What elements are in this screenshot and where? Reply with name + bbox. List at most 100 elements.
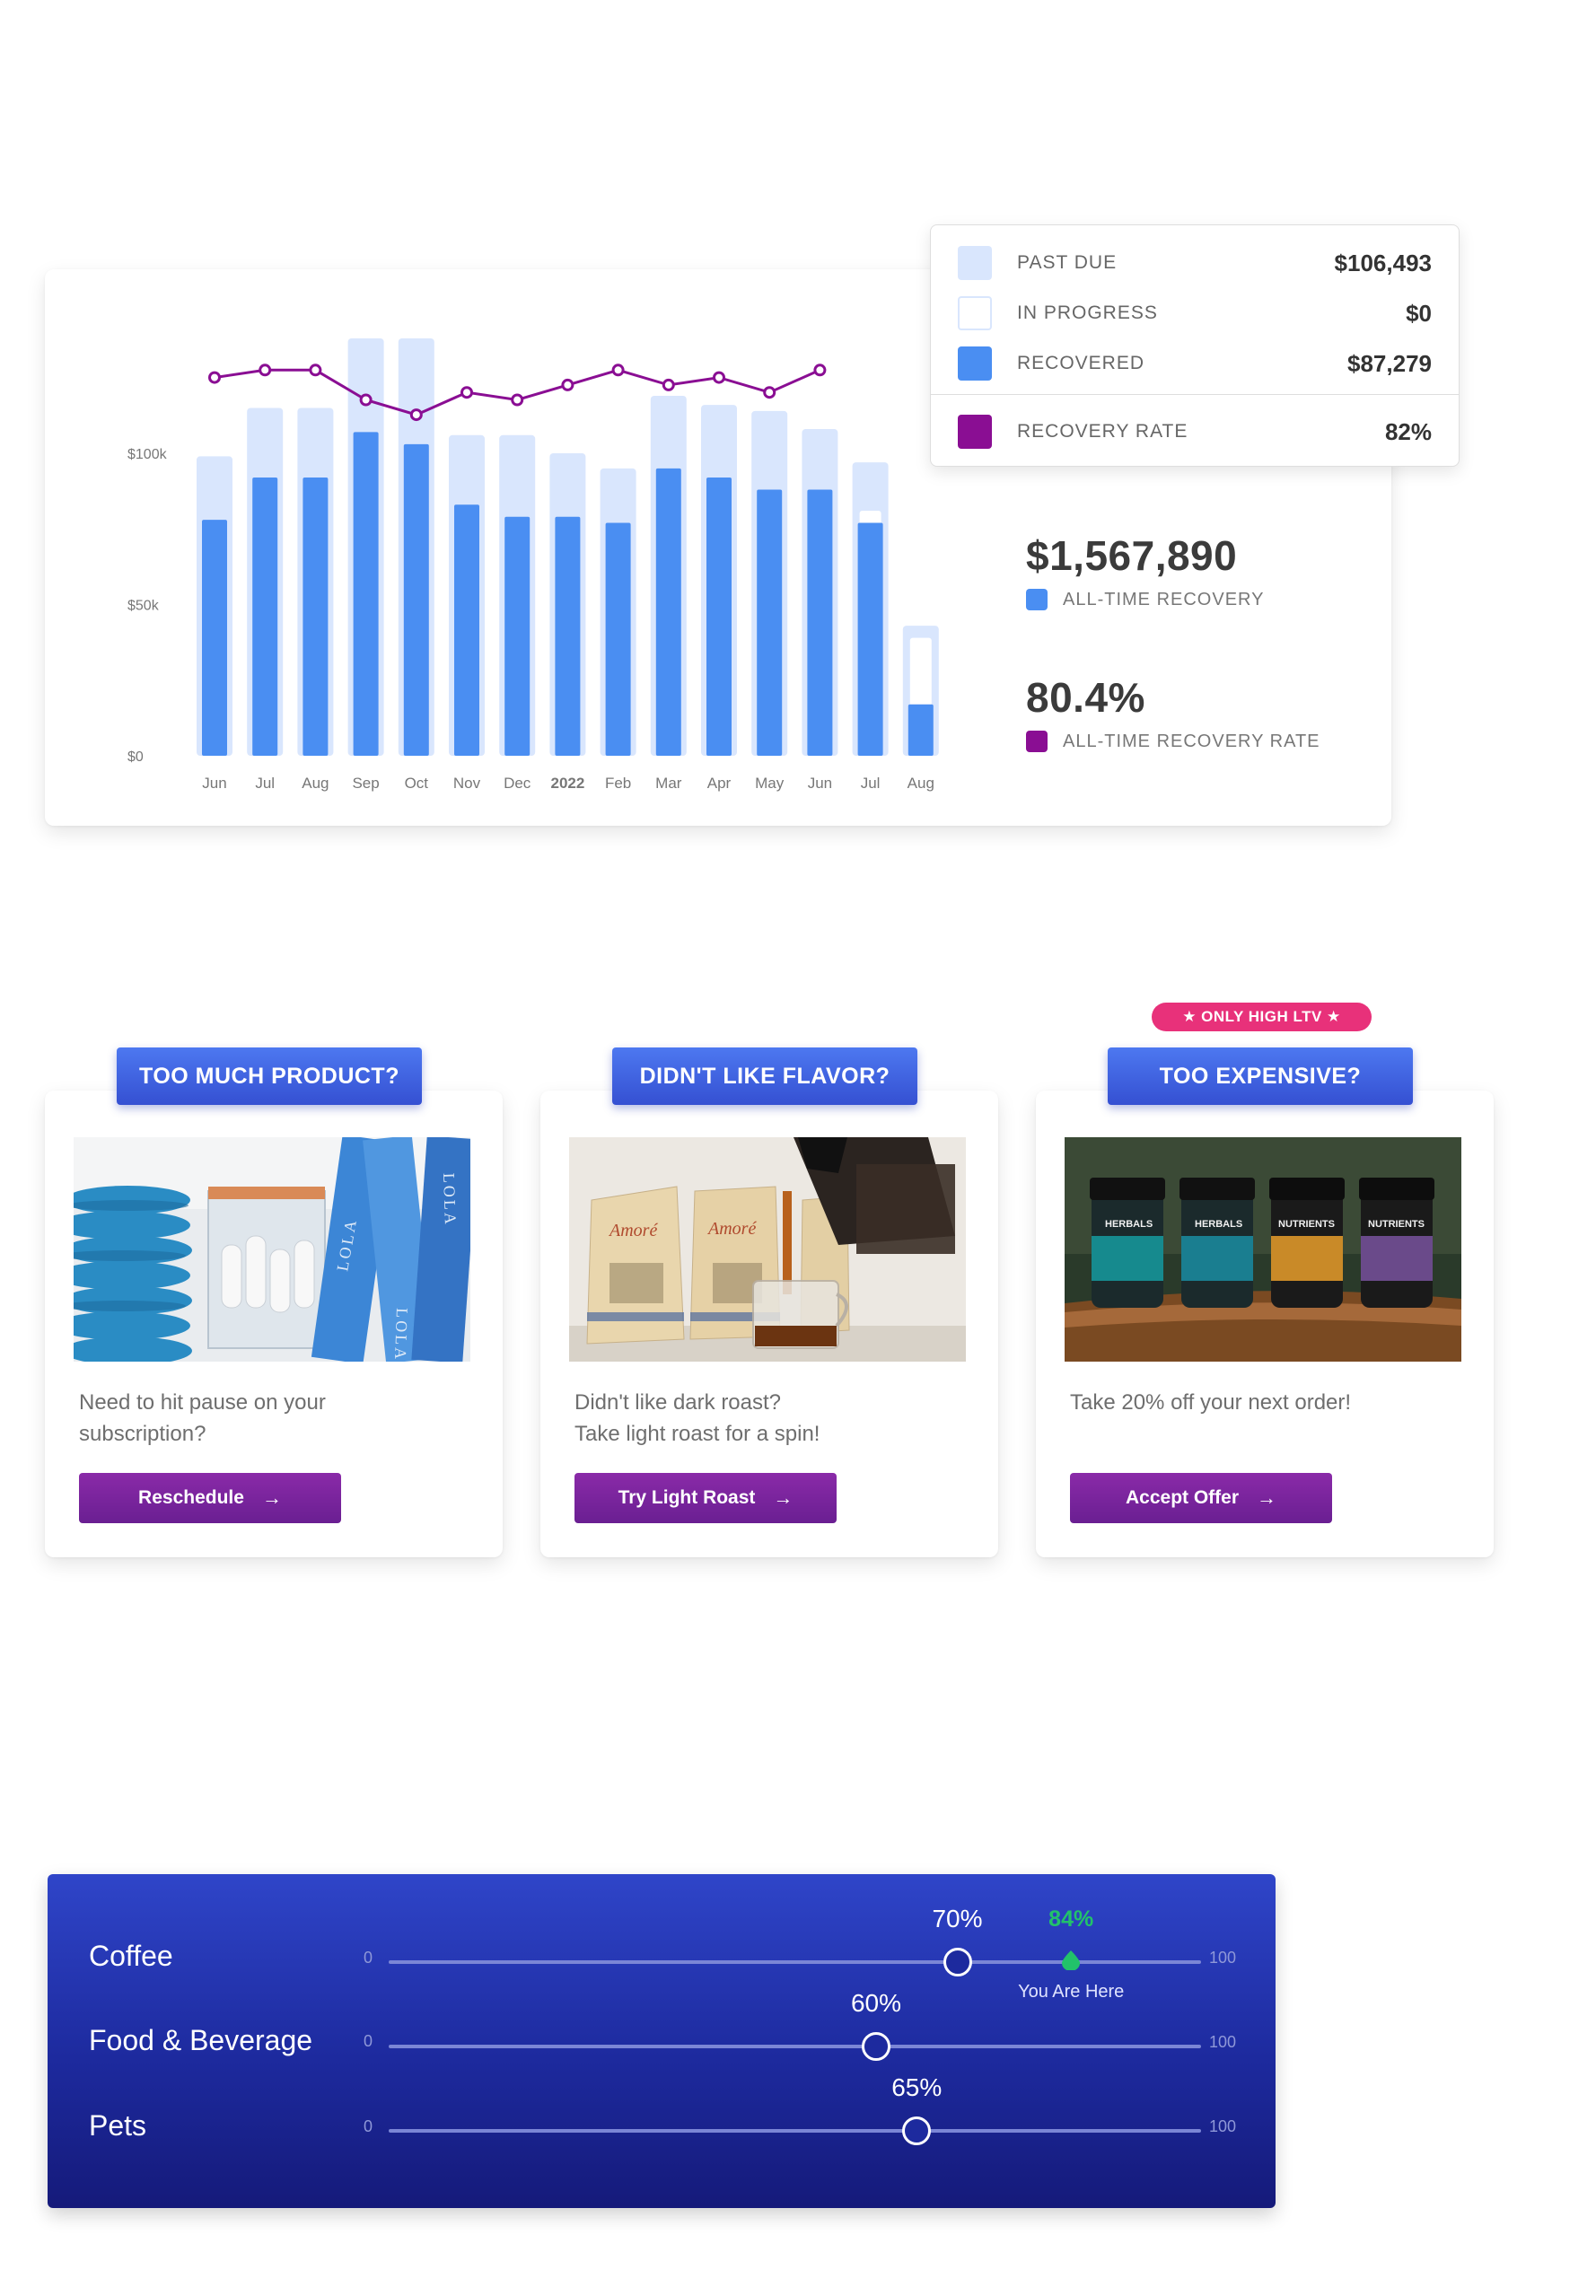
all-time-recovery-value: $1,567,890	[1026, 532, 1238, 579]
recovery-rate-point	[359, 393, 373, 407]
recovery-benchmark-panel: Coffee 0 70% 84% You Are Here 100 Food &…	[48, 1874, 1276, 2208]
offer-description: Didn't like dark roast? Take light roast…	[574, 1387, 951, 1450]
legend-item-recovered: RECOVERED $87,279	[958, 346, 1432, 381]
recovered-bar	[605, 522, 631, 756]
recovered-swatch	[958, 346, 992, 381]
recovered-bar	[555, 516, 581, 756]
y-tick-label: $0	[127, 749, 144, 765]
recovered-swatch	[1026, 589, 1048, 610]
benchmark-label-coffee: Coffee	[89, 1940, 173, 1972]
offer-card-didnt-like-flavor: DIDN'T LIKE FLAVOR? Amoré Amoré Didn't l…	[540, 1047, 998, 1557]
y-tick-label: $50k	[127, 599, 160, 614]
recovery-rate-swatch	[1026, 731, 1048, 752]
recovered-bar	[655, 468, 681, 756]
recovery-rate-point	[813, 364, 827, 377]
svg-text:LOLA: LOLA	[440, 1172, 460, 1227]
all-time-rate-value: 80.4%	[1026, 674, 1145, 721]
slider-max-label: 100	[1209, 2033, 1237, 2051]
y-tick-label: $100k	[127, 447, 168, 462]
svg-text:Amoré: Amoré	[608, 1221, 658, 1240]
accept-offer-button[interactable]: Accept Offer →	[1070, 1473, 1332, 1523]
slider-min-label: 0	[364, 2117, 373, 2135]
offer-card-too-much-product: TOO MUCH PRODUCT? LOLA LOLA LOLA Need to…	[45, 1047, 503, 1557]
offer-description-line: Need to hit pause on your	[79, 1390, 326, 1415]
x-tick-label: Feb	[605, 775, 631, 792]
all-time-recovery-stat: $1,567,890 ALL-TIME RECOVERY	[1026, 531, 1264, 610]
recovery-rate-point	[611, 364, 625, 377]
recovery-rate-point	[409, 408, 423, 422]
x-tick-label: Jul	[861, 775, 881, 792]
x-tick-label: Jul	[255, 775, 275, 792]
legend-value: $87,279	[1347, 349, 1432, 377]
recovery-rate-point	[208, 371, 221, 384]
offer-tab: TOO EXPENSIVE?	[1108, 1047, 1413, 1105]
x-tick-label: Oct	[405, 775, 429, 792]
recovered-bar	[403, 443, 429, 756]
recovery-rate-point	[561, 378, 574, 391]
arrow-right-icon: →	[1257, 1486, 1277, 1509]
svg-text:HERBALS: HERBALS	[1195, 1219, 1242, 1230]
benchmark-label-food-beverage: Food & Beverage	[89, 2024, 313, 2056]
legend-value: 82%	[1384, 417, 1432, 445]
x-tick-label: Dec	[504, 775, 531, 792]
recovered-bar	[202, 520, 227, 756]
try-light-roast-button[interactable]: Try Light Roast →	[574, 1473, 837, 1523]
recovered-bar	[807, 489, 833, 756]
recovered-bar	[908, 704, 934, 756]
all-time-recovery-label-text: ALL-TIME RECOVERY	[1063, 589, 1265, 609]
legend-item-past-due: PAST DUE $106,493	[958, 245, 1432, 281]
recovery-rate-point	[713, 371, 725, 384]
recovered-bar	[757, 489, 783, 756]
legend-item-recovery-rate: RECOVERY RATE 82%	[958, 414, 1432, 450]
coffee-bags-image: Amoré Amoré	[569, 1137, 966, 1362]
recovery-rate-point	[511, 393, 524, 407]
offer-tab: DIDN'T LIKE FLAVOR?	[612, 1047, 917, 1105]
legend-label: RECOVERED	[1017, 353, 1145, 373]
slider-max-label: 100	[1209, 1949, 1237, 1967]
button-label: Try Light Roast	[618, 1487, 756, 1508]
recovered-bar	[252, 477, 278, 756]
recovered-bar	[303, 477, 329, 756]
slider-value-food-beverage: 60%	[850, 1989, 902, 2017]
supplement-bottles-image: HERBALS HERBALS NUTRIENTS NUTRIENTS	[1065, 1137, 1461, 1362]
recovery-rate-point	[460, 386, 473, 399]
offer-description: Take 20% off your next order!	[1070, 1387, 1447, 1418]
arrow-right-icon: →	[773, 1486, 794, 1509]
x-tick-label: Nov	[453, 775, 481, 792]
offer-description-line: Didn't like dark roast?	[574, 1390, 782, 1415]
x-tick-label: Jun	[808, 775, 832, 792]
slider-value-coffee: 70%	[932, 1905, 983, 1932]
recovered-bar	[353, 432, 379, 756]
slider-max-label: 100	[1209, 2117, 1237, 2135]
offer-description-line: Take 20% off your next order!	[1070, 1390, 1352, 1415]
recovery-rate-point	[309, 364, 322, 377]
all-time-rate-label-text: ALL-TIME RECOVERY RATE	[1063, 731, 1320, 751]
svg-text:NUTRIENTS: NUTRIENTS	[1368, 1219, 1425, 1230]
reschedule-button[interactable]: Reschedule →	[79, 1473, 341, 1523]
x-tick-label: Apr	[707, 775, 732, 792]
slider-track-food-beverage: 60%	[389, 1989, 1201, 2061]
slider-track-coffee: 70% 84% You Are Here	[389, 1905, 1201, 2002]
legend-value: $0	[1406, 299, 1432, 327]
x-tick-label: Aug	[302, 775, 329, 792]
legend-label: PAST DUE	[1017, 252, 1118, 273]
tampon-boxes-image: LOLA LOLA LOLA	[74, 1137, 470, 1362]
slider-value-pets: 65%	[891, 2073, 943, 2101]
you-are-here-value: 84%	[1048, 1906, 1094, 1932]
svg-text:HERBALS: HERBALS	[1105, 1219, 1153, 1230]
x-tick-label: 2022	[550, 775, 584, 792]
svg-text:LOLA: LOLA	[391, 1308, 411, 1362]
chart-legend: PAST DUE $106,493 IN PROGRESS $0 RECOVER…	[930, 224, 1460, 467]
x-tick-label: Sep	[352, 775, 379, 792]
you-are-here-label: You Are Here	[1018, 1982, 1125, 2002]
offer-card-too-expensive: ★ ONLY HIGH LTV ★ TOO EXPENSIVE? HERBALS…	[1036, 1003, 1494, 1557]
recovery-rate-point	[259, 364, 272, 377]
legend-divider	[931, 394, 1459, 395]
slider-knob-coffee	[943, 1948, 972, 1976]
legend-label: RECOVERY RATE	[1017, 421, 1188, 442]
benchmark-label-pets: Pets	[89, 2109, 147, 2142]
offer-description-line: Take light roast for a spin!	[574, 1422, 820, 1446]
recovered-bar	[504, 516, 531, 756]
legend-item-in-progress: IN PROGRESS $0	[958, 295, 1432, 331]
all-time-recovery-label: ALL-TIME RECOVERY	[1026, 589, 1264, 610]
